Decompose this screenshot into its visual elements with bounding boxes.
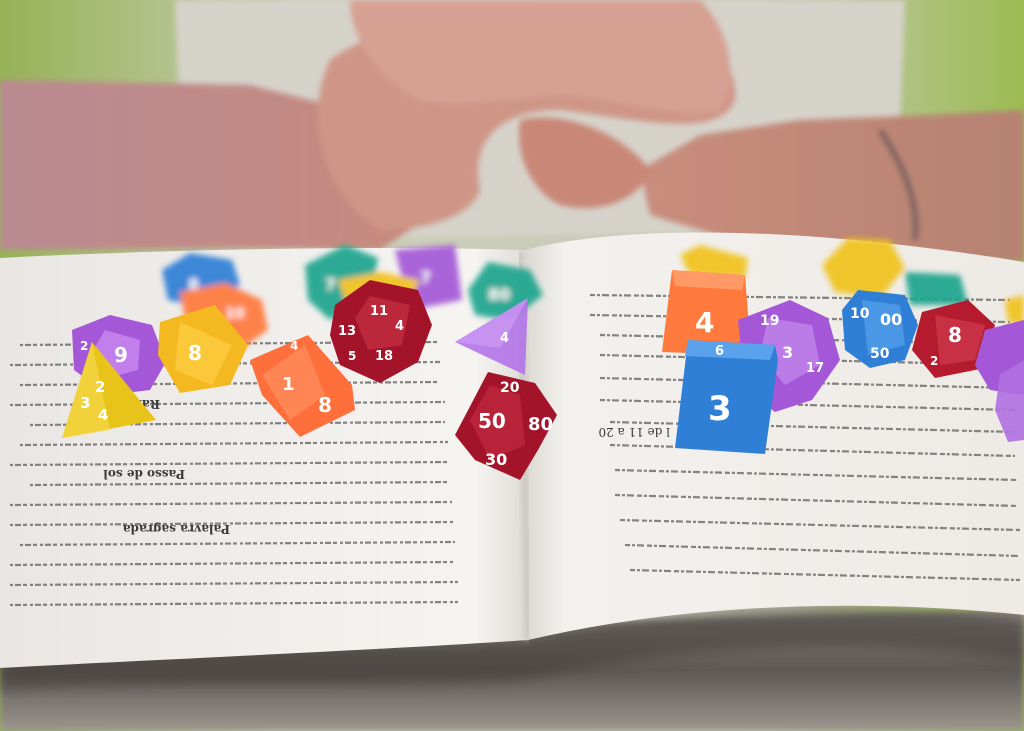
red-d20-number-a: 11 (370, 304, 388, 319)
teal-d10-left-number: 80 (488, 285, 510, 304)
yellow-d4-number-c: 4 (98, 406, 108, 424)
photo-scene: Palavra sagrada Passo de sol Raio de sol… (0, 0, 1024, 731)
yellow-d4-number-a: 2 (95, 378, 105, 396)
red-d20-number-d: 4 (395, 319, 404, 334)
red-d8-right-number-a: 8 (948, 323, 962, 347)
heading-palavra-sagrada: Palavra sagrada (123, 522, 230, 536)
blue-d6-center-number: 3 (708, 389, 732, 429)
purple-d4-number: 4 (500, 331, 509, 346)
blue-d10-right-number-a: 00 (880, 310, 902, 329)
orange-d8-number-b: 1 (282, 374, 295, 395)
yellow-d8-left-number: 8 (188, 341, 202, 365)
purple-d20-number-b: 3 (782, 343, 793, 362)
red-d10-center-number-right: 80 (528, 414, 553, 435)
red-d10-center-number-bottom: 30 (485, 450, 507, 469)
teal-d6-right-back (905, 272, 968, 305)
blue-d10-right-number-b: 10 (850, 306, 870, 322)
orange-d8-number-c: 4 (290, 339, 298, 353)
red-d10-center-number-top: 20 (500, 380, 520, 396)
blue-d6-center: 6 3 (675, 340, 778, 454)
blue-d10-right-number-c: 50 (870, 346, 890, 362)
purple-d20-number-c: 17 (806, 361, 824, 376)
right-page-fragment: l de 11 a 20 (598, 425, 670, 439)
teal-d8-left-number: 7 (325, 275, 336, 294)
yellow-d4-number-b: 3 (80, 394, 90, 412)
red-d10-center-number: 50 (478, 409, 506, 433)
scene-canvas: Palavra sagrada Passo de sol Raio de sol… (0, 0, 1024, 731)
heading-passo-de-sol: Passo de sol (103, 467, 185, 481)
red-d8-right-number-b: 2 (930, 354, 938, 368)
red-d20-number-e: 5 (348, 349, 356, 363)
purple-d12-left-number-b: 2 (80, 339, 88, 353)
orange-d6-right-number: 4 (695, 306, 714, 339)
red-d20-number-b: 13 (338, 324, 356, 339)
purple-d6-left-number: 7 (420, 268, 431, 287)
blue-d6-top-number: 6 (715, 344, 724, 359)
orange-d8-number-a: 8 (318, 393, 332, 417)
purple-d20-number-a: 19 (760, 313, 779, 329)
orange-d12-left-number: 10 (225, 306, 245, 322)
red-d20-number-c: 18 (375, 349, 393, 364)
purple-d12-left-number: 9 (114, 343, 128, 367)
